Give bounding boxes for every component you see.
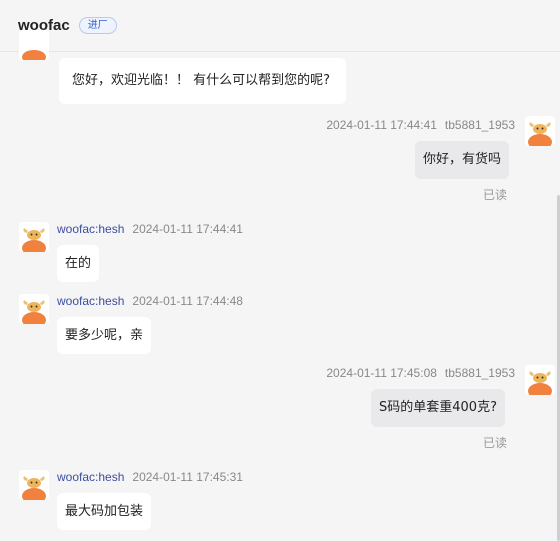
agent-name[interactable]: woofac:hesh [57,294,124,308]
message-bubble-customer: S码的单套重400克? [371,389,505,427]
message-bubble-agent: 最大码加包装 [57,493,152,530]
message-text: 您好，欢迎光临！！ 有什么可以帮到您的呢? [72,73,331,88]
read-status: 已读 [483,188,508,202]
message-time: 2024-01-11 17:44:48 [132,294,243,308]
agent-avatar [19,470,49,500]
message-bubble-customer: 你好，有货吗 [415,141,510,179]
message-meta: 2024-01-11 17:44:41 tb5881_1953 [326,118,515,132]
message-meta: 2024-01-11 17:45:08 tb5881_1953 [326,366,515,380]
message-bubble-agent: 您好，欢迎光临！！ 有什么可以帮到您的呢? [59,58,347,104]
message-text: 你好，有货吗 [423,152,502,167]
message-time: 2024-01-11 17:44:41 [132,222,243,236]
message-meta: woofac:hesh 2024-01-11 17:44:48 [57,294,243,308]
message-meta: woofac:hesh 2024-01-11 17:45:31 [57,470,243,484]
agent-name[interactable]: woofac:hesh [57,222,124,236]
cow-avatar-icon [19,470,49,500]
message-text: S码的单套重400克? [379,400,497,415]
customer-avatar [525,365,555,395]
message-user: tb5881_1953 [444,366,515,380]
read-status: 已读 [483,436,508,450]
cow-avatar-icon [19,30,49,60]
chat-header: woofac 进厂 [0,0,560,52]
cow-avatar-icon [19,222,49,252]
agent-avatar [19,30,49,60]
agent-avatar [19,222,49,252]
cow-avatar-icon [525,365,555,395]
agent-name[interactable]: woofac:hesh [57,470,124,484]
customer-avatar [525,116,555,146]
message-time: 2024-01-11 17:45:31 [132,470,243,484]
message-text: 在的 [65,256,92,271]
message-user: tb5881_1953 [444,118,515,132]
cow-avatar-icon [19,294,49,324]
message-text: 要多少呢，亲 [65,328,144,343]
cow-avatar-icon [525,116,555,146]
message-bubble-agent: 要多少呢，亲 [57,317,152,354]
message-time: 2024-01-11 17:45:08 [326,366,437,380]
shop-badge[interactable]: 进厂 [78,17,117,34]
message-list[interactable]: 您好，欢迎光临！！ 有什么可以帮到您的呢? 2024-01-11 17:44:4… [0,30,560,541]
chat-window: woofac 进厂 您好，欢迎光临！！ 有什么可以帮到您的呢? 2024-01-… [0,0,560,541]
message-meta: woofac:hesh 2024-01-11 17:44:41 [57,222,243,236]
message-bubble-agent: 在的 [57,245,100,282]
message-text: 最大码加包装 [65,504,144,519]
agent-avatar [19,294,49,324]
message-time: 2024-01-11 17:44:41 [326,118,437,132]
